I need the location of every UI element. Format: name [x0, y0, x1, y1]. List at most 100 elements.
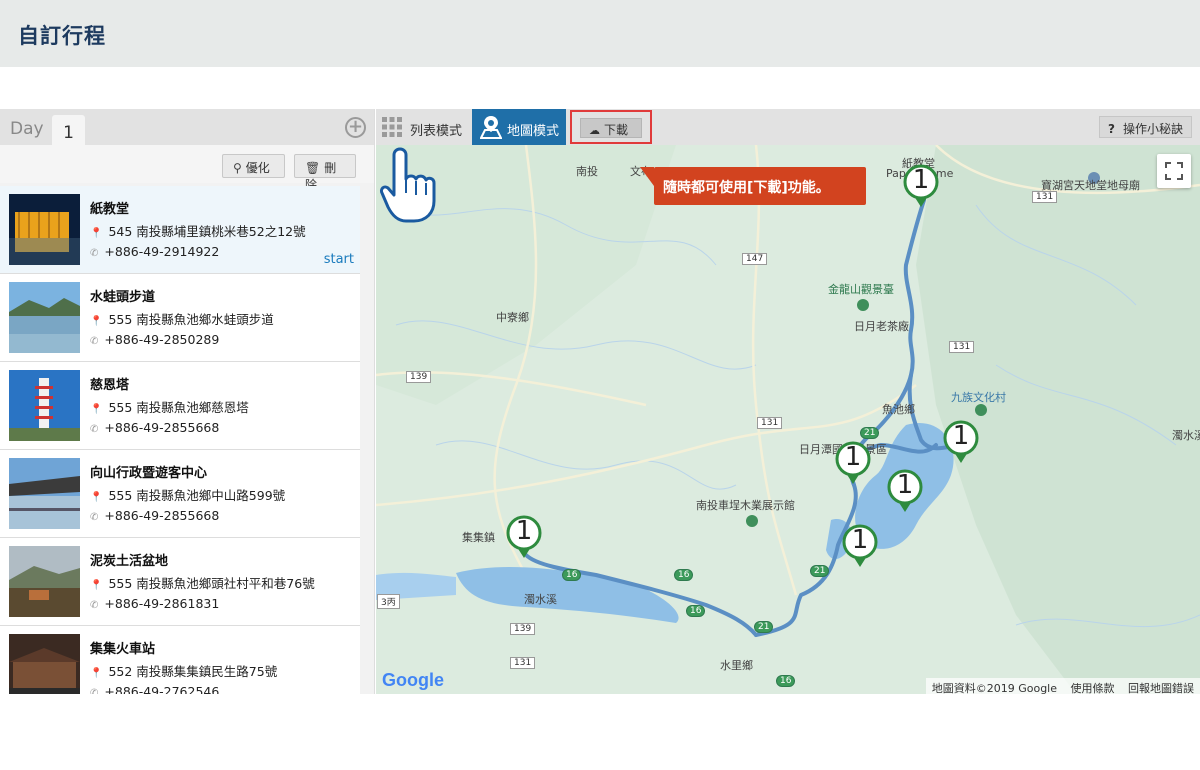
place-phone: ✆ +886-49-2850289 [90, 332, 219, 347]
road-shield: 16 [674, 569, 694, 581]
place-photo [9, 458, 80, 529]
phone-icon: ✆ [90, 688, 99, 694]
fullscreen-icon [1165, 162, 1183, 180]
road-shield: 139 [406, 371, 432, 383]
address-text: 555 南投縣魚池鄉慈恩塔 [108, 400, 249, 415]
road-shield: 131 [949, 341, 975, 353]
road-shield: 131 [757, 417, 783, 429]
phone-text: +886-49-2762546 [104, 684, 220, 694]
list-scrollbar[interactable] [361, 186, 374, 694]
list-item[interactable]: 泥炭土活盆地 📍 555 南投縣魚池鄉頭社村平和巷76號 ✆ +886-49-286… [0, 538, 360, 626]
map-canvas [376, 145, 1200, 694]
road-shield: 16 [686, 605, 706, 617]
place-address: 📍 555 南投縣魚池鄉慈恩塔 [90, 397, 249, 416]
map-view[interactable]: 紙教堂 Paper Dome 寶湖宮天地堂地母廟 金龍山觀景臺 日月老茶廠 中寮… [376, 145, 1200, 694]
phone-icon: ✆ [90, 512, 99, 523]
google-logo: Google [382, 670, 444, 691]
phone-text: +886-49-2914922 [104, 244, 220, 259]
report-error-link[interactable]: 回報地圖錯誤 [1128, 682, 1194, 694]
phone-icon: ✆ [90, 424, 99, 435]
place-phone: ✆ +886-49-2861831 [90, 596, 219, 611]
list-item[interactable]: 紙教堂 📍 545 南投縣埔里鎮桃米巷52之12號 ✆ +886-49-291492… [0, 186, 360, 274]
itinerary-toolbar: ⚲ 優化 🗑 刪除 [0, 145, 374, 192]
list-mode-tab[interactable]: 列表模式 [376, 109, 471, 145]
phone-text: +886-49-2850289 [104, 332, 220, 347]
place-address: 📍 545 南投縣埔里鎮桃米巷52之12號 [90, 221, 306, 240]
grid-icon [382, 117, 402, 137]
route-icon: ⚲ [233, 161, 242, 175]
place-photo [9, 546, 80, 617]
download-highlight: ☁ 下載 [570, 110, 652, 144]
road-shield: 16 [562, 569, 582, 581]
address-text: 555 南投縣魚池鄉水蛙頭步道 [108, 312, 274, 327]
place-list: 紙教堂 📍 545 南投縣埔里鎮桃米巷52之12號 ✆ +886-49-291492… [0, 186, 360, 694]
place-phone: ✆ +886-49-2855668 [90, 508, 219, 523]
road-shield: 131 [1032, 191, 1058, 203]
road-shield: 21 [754, 621, 774, 633]
label-zhuo: 濁水溪 [1172, 429, 1200, 442]
road-shield: 3丙 [377, 594, 400, 609]
phone-text: +886-49-2855668 [104, 420, 220, 435]
download-tip-callout: 隨時都可使用[下載]功能。 [640, 167, 866, 205]
map-marker[interactable]: 1 [506, 515, 542, 559]
address-text: 552 南投縣集集鎮民生路75號 [108, 664, 278, 679]
phone-icon: ✆ [90, 248, 99, 259]
location-icon: 📍 [90, 492, 103, 503]
add-day-button[interactable]: + [345, 117, 366, 138]
label-yuchi: 魚池鄉 [882, 403, 915, 416]
address-text: 545 南投縣埔里鎮桃米巷52之12號 [108, 224, 306, 239]
start-badge: start [323, 252, 354, 267]
place-photo [9, 282, 80, 353]
list-mode-label: 列表模式 [410, 124, 463, 139]
tips-button[interactable]: ? 操作小秘訣 [1099, 116, 1192, 138]
question-icon: ? [1108, 122, 1115, 136]
day-tab-1[interactable]: 1 [52, 115, 85, 147]
place-name: 水蛙頭步道 [90, 290, 156, 305]
place-photo [9, 194, 80, 265]
map-marker[interactable]: 1 [903, 164, 939, 208]
list-item[interactable]: 慈恩塔 📍 555 南投縣魚池鄉慈恩塔 ✆ +886-49-2855668 [0, 362, 360, 450]
road-shield: 16 [776, 675, 796, 687]
location-icon: 📍 [90, 228, 103, 239]
page-header: 自訂行程 [0, 0, 1200, 67]
location-icon: 📍 [90, 404, 103, 415]
road-shield: 131 [510, 657, 536, 669]
day-label: Day [10, 119, 44, 139]
place-photo [9, 634, 80, 694]
download-button[interactable]: ☁ 下載 [580, 118, 642, 138]
map-mode-tab[interactable]: 地圖模式 [472, 109, 566, 145]
marker-number: 1 [912, 165, 930, 195]
pointing-hand-icon [380, 147, 436, 223]
map-data-text: 地圖資料©2019 Google [931, 682, 1057, 694]
label-tea-factory: 日月老茶廠 [854, 320, 909, 333]
delete-button[interactable]: 🗑 刪除 [294, 154, 356, 192]
map-marker[interactable]: 1 [835, 441, 871, 485]
tips-label: 操作小秘訣 [1122, 122, 1183, 136]
address-text: 555 南投縣魚池鄉中山路599號 [108, 488, 286, 503]
itinerary-panel: Day 1 + ⚲ 優化 🗑 刪除 紙教堂 📍 545 南投縣埔里鎮桃米巷52之12號… [0, 109, 375, 694]
road-shield: 147 [742, 253, 768, 265]
map-marker[interactable]: 1 [842, 524, 878, 568]
optimize-button[interactable]: ⚲ 優化 [222, 154, 285, 178]
list-item[interactable]: 集集火車站 📍 552 南投縣集集鎮民生路75號 ✆ +886-49-2762546 [0, 626, 360, 694]
marker-number: 1 [952, 421, 970, 451]
map-toolbar: 列表模式 地圖模式 ☁ 下載 ? 操作小秘訣 [376, 109, 1200, 145]
place-name: 泥炭土活盆地 [90, 554, 169, 569]
place-phone: ✆ +886-49-2762546 [90, 684, 219, 694]
list-item[interactable]: 向山行政暨遊客中心 📍 555 南投縣魚池鄉中山路599號 ✆ +886-49-28… [0, 450, 360, 538]
label-nantou-partial: 南投 [576, 165, 598, 178]
label-jinlong: 金龍山觀景臺 [828, 283, 894, 296]
phone-text: +886-49-2861831 [104, 596, 220, 611]
fullscreen-button[interactable] [1157, 154, 1191, 188]
marker-number: 1 [515, 516, 533, 546]
place-photo [9, 370, 80, 441]
map-marker[interactable]: 1 [943, 420, 979, 464]
road-shield: 21 [810, 565, 830, 577]
list-item[interactable]: 水蛙頭步道 📍 555 南投縣魚池鄉水蛙頭步道 ✆ +886-49-2850289 [0, 274, 360, 362]
location-icon: 📍 [90, 580, 103, 591]
map-mode-label: 地圖模式 [507, 124, 560, 139]
map-marker[interactable]: 1 [887, 469, 923, 513]
map-pin-icon [480, 116, 502, 139]
terms-link[interactable]: 使用條款 [1071, 682, 1115, 694]
road-shield: 139 [510, 623, 536, 635]
